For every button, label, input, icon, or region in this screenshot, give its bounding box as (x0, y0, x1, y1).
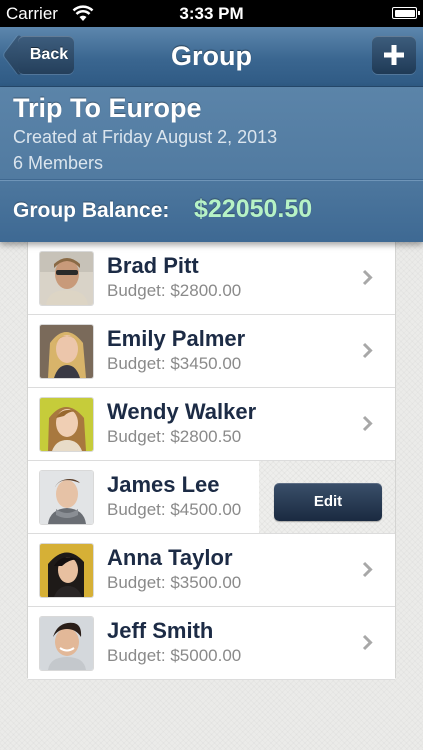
back-button-wrapper[interactable]: Back (6, 36, 86, 76)
clock: 3:33 PM (179, 4, 244, 23)
group-name: Trip To Europe (13, 93, 202, 123)
member-budget: Budget: $2800.00 (107, 281, 242, 300)
avatar (40, 544, 93, 597)
member-name: James Lee (107, 472, 220, 497)
chevron-right-icon (362, 561, 373, 578)
status-bar: Carrier 3:33 PM (0, 0, 423, 27)
member-name: Jeff Smith (107, 618, 214, 643)
group-balance-row: Group Balance: $22050.50 (0, 181, 423, 242)
member-row[interactable]: Brad Pitt Budget: $2800.00 (28, 242, 395, 315)
member-budget: Budget: $3450.00 (107, 354, 242, 373)
member-name: Anna Taylor (107, 545, 233, 570)
avatar (40, 471, 93, 524)
chevron-right-icon (362, 634, 373, 651)
edit-button[interactable]: Edit (274, 483, 382, 521)
group-balance-label: Group Balance: (13, 199, 170, 222)
member-row[interactable]: Anna Taylor Budget: $3500.00 (28, 534, 395, 607)
avatar (40, 398, 93, 451)
group-summary: Trip To Europe Created at Friday August … (0, 87, 423, 242)
plus-icon (384, 45, 404, 65)
swipe-action-panel: Edit (253, 461, 395, 533)
group-member-count: 6 Members (13, 153, 104, 173)
avatar (40, 617, 93, 670)
member-row[interactable]: Emily Palmer Budget: $3450.00 (28, 315, 395, 388)
member-name: Emily Palmer (107, 326, 246, 351)
chevron-right-icon (362, 269, 373, 286)
member-name: Brad Pitt (107, 253, 199, 278)
member-row[interactable]: James Lee Budget: $4500.00 Edit (28, 461, 395, 534)
group-balance-value: $22050.50 (194, 195, 313, 223)
member-budget: Budget: $5000.00 (107, 646, 242, 665)
member-name: Wendy Walker (107, 399, 257, 424)
avatar (40, 252, 93, 305)
battery-icon (392, 7, 420, 19)
member-list: Brad Pitt Budget: $2800.00 Emily Palmer … (27, 242, 396, 680)
group-created-date: Created at Friday August 2, 2013 (13, 127, 278, 147)
member-row[interactable]: Jeff Smith Budget: $5000.00 (28, 607, 395, 680)
member-budget: Budget: $3500.00 (107, 573, 242, 592)
member-row[interactable]: Wendy Walker Budget: $2800.50 (28, 388, 395, 461)
navigation-bar: Back Group (0, 27, 423, 87)
chevron-right-icon (362, 415, 373, 432)
member-budget: Budget: $2800.50 (107, 427, 242, 446)
chevron-right-icon (362, 342, 373, 359)
add-member-button[interactable] (372, 36, 416, 74)
avatar (40, 325, 93, 378)
back-button[interactable]: Back (18, 36, 74, 74)
member-budget: Budget: $4500.00 (107, 500, 242, 519)
torn-edge (253, 461, 265, 533)
